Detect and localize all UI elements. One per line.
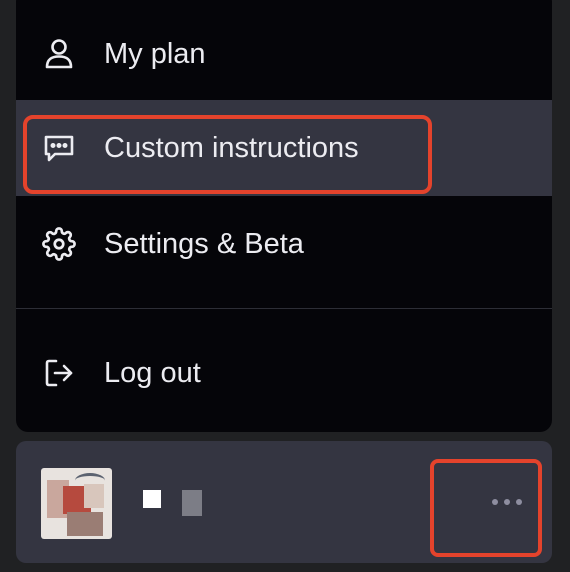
account-menu: My plan Custom instructions Settings & B… <box>16 0 552 432</box>
gear-icon <box>42 227 76 261</box>
menu-divider <box>16 308 552 309</box>
menu-item-label: My plan <box>104 37 206 70</box>
avatar <box>41 468 112 539</box>
menu-item-log-out[interactable]: Log out <box>16 325 552 421</box>
logout-icon <box>42 356 76 390</box>
user-icon <box>42 37 76 71</box>
menu-item-label: Settings & Beta <box>104 227 304 260</box>
username-redacted <box>182 490 202 516</box>
highlight-custom-instructions <box>23 115 432 194</box>
highlight-more-button <box>430 459 542 557</box>
menu-item-label: Log out <box>104 356 201 389</box>
username-redacted <box>143 490 161 508</box>
menu-item-settings-beta[interactable]: Settings & Beta <box>16 196 552 292</box>
menu-item-my-plan[interactable]: My plan <box>16 6 552 102</box>
